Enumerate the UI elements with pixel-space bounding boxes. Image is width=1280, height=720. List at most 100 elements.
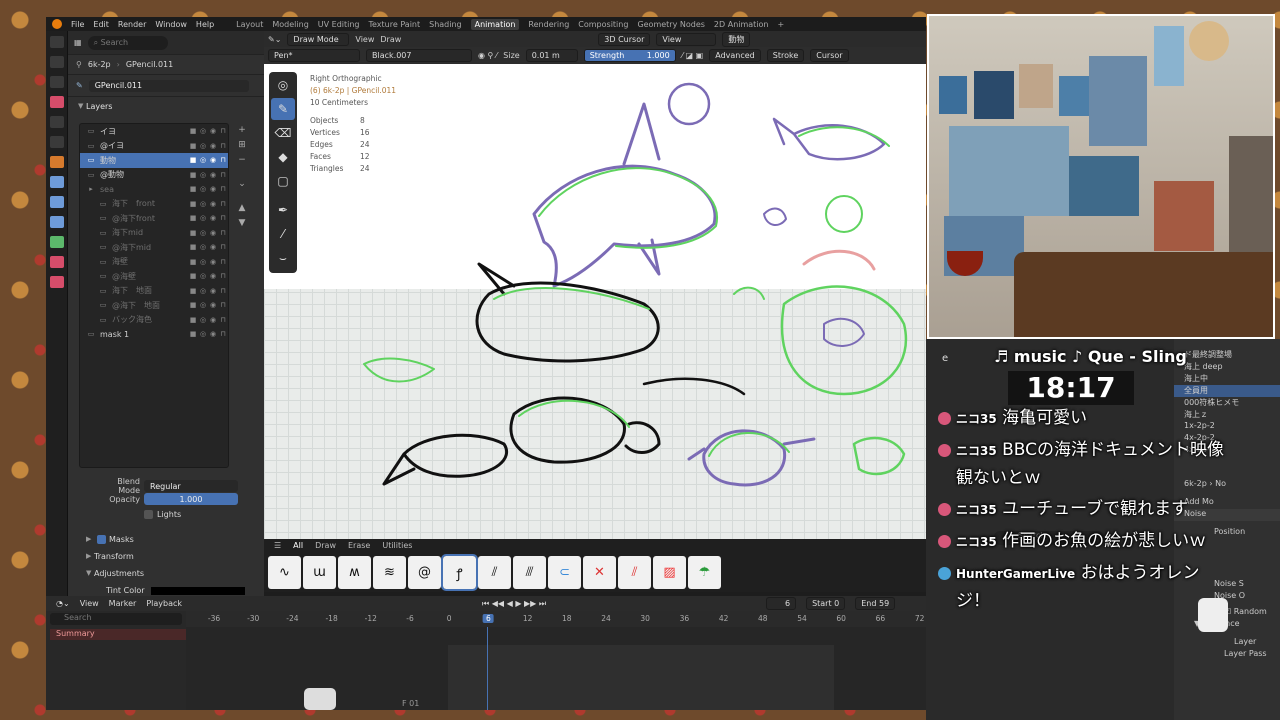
onion-skin-icon[interactable]: ◎ bbox=[198, 185, 208, 193]
layer-row[interactable]: ▭ @動物 ■ ◎ ◉ ⊓ bbox=[80, 168, 228, 183]
layer-row[interactable]: ▭ バック海色 ■ ◎ ◉ ⊓ bbox=[80, 313, 228, 328]
pressure-icons[interactable]: ⁄ ◪ ▣ bbox=[682, 51, 704, 60]
layer-row[interactable]: ▭ @海下 地面 ■ ◎ ◉ ⊓ bbox=[80, 298, 228, 313]
object-name-field[interactable]: GPencil.011 bbox=[88, 79, 249, 92]
lock-icon[interactable]: ⊓ bbox=[218, 171, 228, 179]
layer-row[interactable]: ▸ sea ■ ◎ ◉ ⊓ bbox=[80, 182, 228, 197]
physics-tab-icon[interactable] bbox=[50, 216, 64, 228]
onion-skin-icon[interactable]: ◎ bbox=[198, 272, 208, 280]
frame-ruler[interactable]: -36 -30 -24 -18 -12 -6 0 6 12 18 24 30 36 42 48 54 60 66 7… bbox=[186, 611, 926, 627]
tab-2d-animation[interactable]: 2D Animation bbox=[714, 20, 769, 29]
timeline-playback-menu[interactable]: Playback bbox=[146, 599, 182, 608]
layer-row[interactable]: ▭ mask 1 ■ ◎ ◉ ⊓ bbox=[80, 327, 228, 342]
layer-row[interactable]: ▭ 動物 ■ ◎ ◉ ⊓ bbox=[80, 153, 228, 168]
brush-airbrush-icon[interactable]: @ bbox=[408, 556, 441, 589]
onion-skin-icon[interactable]: ◎ bbox=[198, 258, 208, 266]
cursor-select[interactable]: 3D Cursor bbox=[598, 32, 651, 46]
rb-item[interactable]: ド最終調整場 bbox=[1174, 349, 1280, 361]
world-tab-icon[interactable] bbox=[50, 136, 64, 148]
editor-type-icon[interactable]: ▦ bbox=[74, 38, 82, 47]
remove-layer-button[interactable]: − bbox=[236, 155, 248, 167]
onion-skin-icon[interactable]: ◎ bbox=[198, 316, 208, 324]
mask-icon[interactable]: ■ bbox=[188, 272, 198, 280]
brush-ink-rough-icon[interactable]: ʍ bbox=[338, 556, 371, 589]
view-menu[interactable]: View bbox=[355, 35, 374, 44]
stroke-menu[interactable]: Stroke bbox=[766, 49, 805, 62]
tab-modeling[interactable]: Modeling bbox=[272, 20, 308, 29]
layer-row[interactable]: ▭ 海下 front ■ ◎ ◉ ⊓ bbox=[80, 197, 228, 212]
lock-icon[interactable]: ⊓ bbox=[218, 127, 228, 135]
effects-tab-icon[interactable] bbox=[50, 196, 64, 208]
tab-compositing[interactable]: Compositing bbox=[578, 20, 628, 29]
tab-geometry-nodes[interactable]: Geometry Nodes bbox=[637, 20, 704, 29]
onion-skin-icon[interactable]: ◎ bbox=[198, 301, 208, 309]
shelf-tab-all[interactable]: All bbox=[293, 541, 303, 550]
brush-pen-icon[interactable]: ꝭ bbox=[441, 554, 478, 591]
shelf-tab-erase[interactable]: Erase bbox=[348, 541, 370, 550]
visibility-icon[interactable]: ◉ bbox=[208, 142, 218, 150]
adjustments-panel-header[interactable]: ▼ Adjustments bbox=[86, 565, 245, 582]
brush-marker-icon[interactable]: ≋ bbox=[373, 556, 406, 589]
lock-icon[interactable]: ⊓ bbox=[218, 200, 228, 208]
onion-skin-icon[interactable]: ◎ bbox=[198, 171, 208, 179]
layer-row[interactable]: ▭ @海下mid ■ ◎ ◉ ⊓ bbox=[80, 240, 228, 255]
brush-fill-icon[interactable]: ⊂ bbox=[548, 556, 581, 589]
visibility-icon[interactable]: ◉ bbox=[208, 171, 218, 179]
mask-icon[interactable]: ■ bbox=[188, 287, 198, 295]
pin-icon[interactable]: ⚲ bbox=[76, 60, 82, 69]
mask-icon[interactable]: ■ bbox=[188, 200, 198, 208]
shelf-tab-utilities[interactable]: Utilities bbox=[382, 541, 412, 550]
properties-search[interactable]: ⌕ Search bbox=[87, 35, 168, 50]
cursor-tool-icon[interactable]: ◎ bbox=[271, 74, 295, 96]
brush-ink-icon[interactable]: ɯ bbox=[303, 556, 336, 589]
mask-icon[interactable]: ■ bbox=[188, 243, 198, 251]
visibility-icon[interactable]: ◉ bbox=[208, 156, 218, 164]
menu-help[interactable]: Help bbox=[196, 20, 214, 29]
mask-icon[interactable]: ■ bbox=[188, 127, 198, 135]
visibility-icon[interactable]: ◉ bbox=[208, 301, 218, 309]
fill-tool-icon[interactable]: ◆ bbox=[271, 146, 295, 168]
mask-icon[interactable]: ■ bbox=[188, 156, 198, 164]
visibility-icon[interactable]: ◉ bbox=[208, 316, 218, 324]
material-select[interactable]: Black.007 bbox=[366, 49, 472, 62]
lock-icon[interactable]: ⊓ bbox=[218, 229, 228, 237]
lock-icon[interactable]: ⊓ bbox=[218, 301, 228, 309]
draw-tool-icon[interactable]: ✎ bbox=[271, 98, 295, 120]
onion-skin-icon[interactable]: ◎ bbox=[198, 142, 208, 150]
move-down-button[interactable]: ▼ bbox=[236, 218, 248, 230]
onion-skin-icon[interactable]: ◎ bbox=[198, 156, 208, 164]
curve-tool-icon[interactable]: ⌣ bbox=[271, 247, 295, 269]
tool-tab-icon[interactable] bbox=[50, 36, 64, 48]
material-icons[interactable]: ◉ ⚲ ⁄ bbox=[478, 51, 497, 60]
erase-tool-icon[interactable]: ⌫ bbox=[271, 122, 295, 144]
lock-icon[interactable]: ⊓ bbox=[218, 142, 228, 150]
add-workspace-button[interactable]: + bbox=[778, 20, 785, 29]
data-tab-icon[interactable] bbox=[50, 236, 64, 248]
tab-layout[interactable]: Layout bbox=[236, 20, 263, 29]
playback-controls[interactable]: ⏮ ◀◀ ◀ ▶ ▶▶ ⏭ bbox=[482, 599, 546, 609]
tint-color-swatch[interactable] bbox=[150, 586, 245, 595]
tint-tool-icon[interactable]: ✒ bbox=[271, 199, 295, 221]
lock-icon[interactable]: ⊓ bbox=[218, 258, 228, 266]
menu-edit[interactable]: Edit bbox=[93, 20, 109, 29]
mask-icon[interactable]: ■ bbox=[188, 142, 198, 150]
current-frame-field[interactable]: 6 bbox=[766, 597, 797, 610]
onion-skin-icon[interactable]: ◎ bbox=[198, 214, 208, 222]
onion-skin-icon[interactable]: ◎ bbox=[198, 243, 208, 251]
layer-row[interactable]: ▭ 海下 地面 ■ ◎ ◉ ⊓ bbox=[80, 284, 228, 299]
lock-icon[interactable]: ⊓ bbox=[218, 272, 228, 280]
brush-charcoal-icon[interactable]: ⫽ bbox=[478, 556, 511, 589]
visibility-icon[interactable]: ◉ bbox=[208, 200, 218, 208]
add-layer-button[interactable]: + bbox=[236, 125, 248, 137]
tab-animation[interactable]: Animation bbox=[470, 18, 520, 30]
texture-tab-icon[interactable] bbox=[50, 276, 64, 288]
visibility-icon[interactable]: ◉ bbox=[208, 287, 218, 295]
render-tab-icon[interactable] bbox=[50, 56, 64, 68]
view-select[interactable]: View bbox=[656, 32, 717, 46]
onion-skin-icon[interactable]: ◎ bbox=[198, 200, 208, 208]
timeline-body[interactable]: Search Summary -36 -30 -24 -18 -12 -6 0 6 12 18 24… bbox=[46, 611, 926, 710]
object-tab-icon[interactable] bbox=[50, 156, 64, 168]
brush-select[interactable]: Pen* bbox=[268, 49, 360, 62]
editor-type-icon[interactable]: ✎⌄ bbox=[268, 35, 281, 44]
summary-channel[interactable]: Summary bbox=[50, 629, 186, 640]
